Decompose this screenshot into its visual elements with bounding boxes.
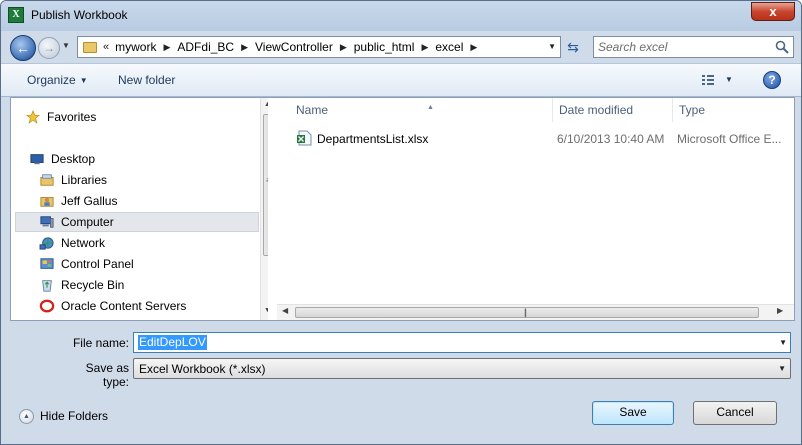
nav-item-label: Computer [61, 215, 114, 229]
hide-folders-label: Hide Folders [40, 409, 109, 423]
search-input[interactable] [598, 37, 770, 57]
command-bar: Organize ▼ New folder ▼ ? [1, 63, 801, 97]
save-as-type-label: Save as type: [85, 361, 129, 389]
scroll-grip-icon: ≡ [266, 177, 268, 185]
file-list-pane[interactable]: Name ▲ Date modified Type DepartmentsLis… [277, 98, 794, 320]
window-title: Publish Workbook [31, 8, 128, 22]
column-header-type[interactable]: Type [673, 98, 783, 122]
address-overflow-chevron-icon[interactable]: « [103, 41, 109, 53]
new-folder-button[interactable]: New folder [118, 73, 175, 87]
nav-pane-scrollbar[interactable]: ▲ ≡ ▼ [260, 98, 268, 320]
hide-folders-button[interactable]: ▲ Hide Folders [19, 407, 108, 425]
excel-app-icon: X [8, 7, 24, 23]
file-name-label: File name: [72, 336, 129, 350]
desktop-icon [30, 154, 44, 165]
column-header-date-modified[interactable]: Date modified [553, 98, 673, 122]
nav-item-oracle-content-servers[interactable]: Oracle Content Servers [39, 296, 268, 316]
forward-button[interactable]: → [38, 37, 60, 59]
nav-item-libraries[interactable]: Libraries [39, 170, 268, 190]
nav-item-label: Control Panel [61, 257, 134, 271]
close-button[interactable]: x [751, 2, 795, 21]
scroll-up-arrow-icon[interactable]: ▲ [264, 101, 268, 108]
file-row[interactable]: DepartmentsList.xlsx 6/10/2013 10:40 AM … [295, 128, 790, 148]
refresh-icon[interactable]: ⇆ [562, 36, 584, 58]
file-name-dropdown-icon[interactable]: ▼ [779, 338, 787, 347]
recent-pages-dropdown-icon[interactable]: ▼ [62, 41, 70, 50]
libraries-icon [40, 174, 54, 186]
file-name-field[interactable]: EditDepLOV ▼ [133, 332, 791, 353]
sort-ascending-icon: ▲ [427, 104, 434, 111]
address-dropdown-icon[interactable]: ▼ [548, 42, 556, 51]
search-box[interactable] [593, 36, 794, 58]
nav-item-desktop[interactable]: Desktop [29, 149, 268, 169]
organize-menu[interactable]: Organize ▼ [27, 73, 88, 87]
breadcrumb-separator-icon[interactable]: ▶ [340, 42, 347, 53]
nav-item-favorites[interactable]: Favorites [25, 107, 268, 127]
breadcrumb-separator-icon[interactable]: ▶ [470, 42, 477, 53]
nav-item-label: Network [61, 236, 106, 250]
nav-item-label: Desktop [51, 152, 96, 166]
oracle-icon [39, 299, 55, 313]
breadcrumb-public-html[interactable]: public_html [354, 40, 415, 54]
nav-item-label: Oracle Content Servers [61, 299, 187, 313]
nav-item-computer[interactable]: Computer [15, 212, 259, 232]
navigation-bar: ← → ▼ « mywork ▶ ADFdi_BC ▶ ViewControll… [1, 31, 801, 63]
file-name: DepartmentsList.xlsx [317, 132, 429, 146]
folder-icon [83, 41, 97, 53]
column-header-name[interactable]: Name ▲ [290, 98, 553, 122]
file-list-horizontal-scrollbar[interactable]: ◀ ||| ▶ [277, 304, 794, 320]
scroll-down-arrow-icon[interactable]: ▼ [264, 307, 268, 314]
save-as-type-select[interactable]: Excel Workbook (*.xlsx) ▼ [133, 358, 791, 379]
file-name-value[interactable]: EditDepLOV [138, 335, 207, 350]
network-icon [39, 237, 54, 250]
help-button[interactable]: ? [763, 71, 781, 89]
navigation-pane[interactable]: Favorites Desktop Libraries Jeff Gallus … [11, 98, 268, 320]
save-button[interactable]: Save [592, 401, 674, 425]
collapse-up-icon: ▲ [19, 408, 34, 424]
chevron-down-icon: ▼ [79, 76, 88, 85]
breadcrumb-excel[interactable]: excel [435, 40, 463, 54]
excel-file-icon [297, 130, 312, 146]
recycle-bin-icon [42, 280, 52, 292]
nav-item-label: Recycle Bin [61, 278, 125, 292]
scroll-left-arrow-icon[interactable]: ◀ [282, 306, 288, 315]
nav-item-label: Libraries [61, 173, 108, 187]
cancel-button[interactable]: Cancel [693, 401, 777, 425]
breadcrumb-mywork[interactable]: mywork [115, 40, 156, 54]
scroll-right-arrow-icon[interactable]: ▶ [777, 306, 783, 315]
browser-panes: Favorites Desktop Libraries Jeff Gallus … [10, 97, 795, 321]
breadcrumb-adfdi-bc[interactable]: ADFdi_BC [177, 40, 234, 54]
nav-item-label: Favorites [47, 110, 97, 124]
search-icon[interactable] [775, 40, 789, 54]
nav-item-jeff-gallus[interactable]: Jeff Gallus [39, 191, 268, 211]
breadcrumb-separator-icon[interactable]: ▶ [163, 42, 170, 53]
user-folder-icon [40, 197, 54, 207]
nav-item-control-panel[interactable]: Control Panel [39, 254, 268, 274]
breadcrumb-separator-icon[interactable]: ▶ [421, 42, 428, 53]
publish-workbook-dialog: X Publish Workbook x ← → ▼ « mywork ▶ AD… [0, 0, 802, 445]
organize-label: Organize [27, 73, 76, 87]
address-bar[interactable]: « mywork ▶ ADFdi_BC ▶ ViewController ▶ p… [77, 36, 561, 58]
nav-item-label: Jeff Gallus [61, 194, 118, 208]
file-type: Microsoft Office E... [677, 132, 782, 146]
computer-icon [40, 216, 54, 228]
star-icon [26, 110, 40, 124]
breadcrumb-separator-icon[interactable]: ▶ [241, 42, 248, 53]
scroll-grip-icon: ||| [524, 307, 527, 317]
breadcrumb-viewcontroller[interactable]: ViewController [255, 40, 333, 54]
nav-pane-scroll-thumb[interactable]: ≡ [263, 114, 268, 256]
nav-item-network[interactable]: Network [39, 233, 268, 253]
back-button[interactable]: ← [10, 35, 36, 61]
control-panel-icon [40, 258, 54, 269]
save-as-type-value: Excel Workbook (*.xlsx) [139, 362, 266, 376]
file-date-modified: 6/10/2013 10:40 AM [557, 132, 665, 146]
title-bar: X Publish Workbook x [1, 1, 801, 31]
chevron-down-icon[interactable]: ▼ [778, 364, 786, 373]
column-header-name-label: Name [296, 103, 329, 117]
nav-item-recycle-bin[interactable]: Recycle Bin [39, 275, 268, 295]
file-list-scroll-thumb[interactable]: ||| [295, 307, 759, 318]
views-dropdown-icon[interactable]: ▼ [725, 75, 733, 84]
views-icon[interactable] [701, 73, 715, 87]
